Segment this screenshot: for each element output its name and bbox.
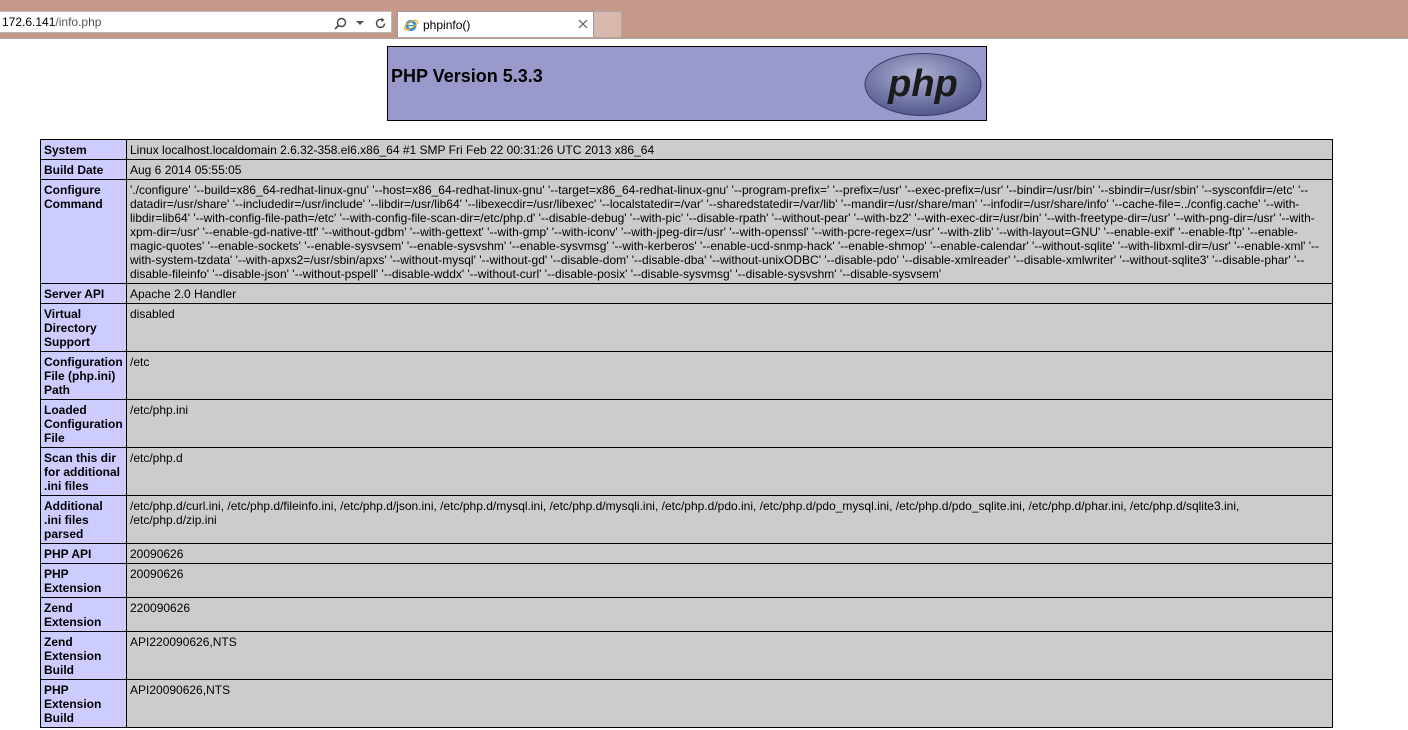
row-value: /etc/php.d [126,447,1333,496]
page-title: PHP Version 5.3.3 [391,66,543,86]
close-icon[interactable] [578,15,588,32]
row-value: /etc/php.ini [126,399,1333,448]
row-label: PHP API [40,543,127,564]
address-bar[interactable]: 172.6.141/info.php [0,11,392,33]
table-row: PHP Extension Build API20090626,NTS [40,679,1333,728]
table-row: Server API Apache 2.0 Handler [40,283,1333,304]
search-icon[interactable] [333,15,347,31]
row-value: 220090626 [126,597,1333,632]
row-value: API20090626,NTS [126,679,1333,728]
info-table: System Linux localhost.localdomain 2.6.3… [40,139,1333,728]
row-label: Zend Extension Build [40,631,127,680]
row-label: PHP Extension Build [40,679,127,728]
new-tab-button[interactable] [594,11,622,37]
row-value: './configure' '--build=x86_64-redhat-lin… [126,179,1333,284]
tab-phpinfo[interactable]: phpinfo() [397,11,594,37]
row-label: Loaded Configuration File [40,399,127,448]
row-value: API220090626,NTS [126,631,1333,680]
row-value: 20090626 [126,563,1333,598]
php-logo: php [863,52,983,120]
address-icons [333,14,387,32]
table-row: Configuration File (php.ini) Path /etc [40,351,1333,400]
address-host: 172.6.141 [2,15,56,29]
row-label: Configure Command [40,179,127,284]
tab-title: phpinfo() [423,18,471,32]
dropdown-icon[interactable] [353,15,367,31]
logo-text: php [887,63,958,105]
table-row: Additional .ini files parsed /etc/php.d/… [40,495,1333,544]
row-label: Build Date [40,159,127,180]
row-label: Virtual Directory Support [40,303,127,352]
table-row: Scan this dir for additional .ini files … [40,447,1333,496]
table-row: Zend Extension Build API220090626,NTS [40,631,1333,680]
table-row: Configure Command './configure' '--build… [40,179,1333,284]
row-value: Apache 2.0 Handler [126,283,1333,304]
address-text[interactable]: 172.6.141/info.php [2,15,101,29]
table-row: PHP Extension 20090626 [40,563,1333,598]
row-value: 20090626 [126,543,1333,564]
row-label: Configuration File (php.ini) Path [40,351,127,400]
table-row: Build Date Aug 6 2014 05:55:05 [40,159,1333,180]
row-value: disabled [126,303,1333,352]
table-row: Loaded Configuration File /etc/php.ini [40,399,1333,448]
ie-favicon [403,17,419,33]
table-row: PHP API 20090626 [40,543,1333,564]
table-row: Zend Extension 220090626 [40,597,1333,632]
refresh-icon[interactable] [373,15,387,31]
table-row: Virtual Directory Support disabled [40,303,1333,352]
row-value: Linux localhost.localdomain 2.6.32-358.e… [126,139,1333,160]
php-header: PHP Version 5.3.3 php [387,46,987,121]
address-path: /info.php [55,15,102,29]
row-label: Scan this dir for additional .ini files [40,447,127,496]
row-label: Zend Extension [40,597,127,632]
row-label: PHP Extension [40,563,127,598]
row-label: Server API [40,283,127,304]
row-value: Aug 6 2014 05:55:05 [126,159,1333,180]
row-value: /etc [126,351,1333,400]
browser-chrome: 172.6.141/info.php phpinfo() [0,0,1408,39]
table-row: System Linux localhost.localdomain 2.6.3… [40,139,1333,160]
row-value: /etc/php.d/curl.ini, /etc/php.d/fileinfo… [126,495,1333,544]
row-label: System [40,139,127,160]
row-label: Additional .ini files parsed [40,495,127,544]
